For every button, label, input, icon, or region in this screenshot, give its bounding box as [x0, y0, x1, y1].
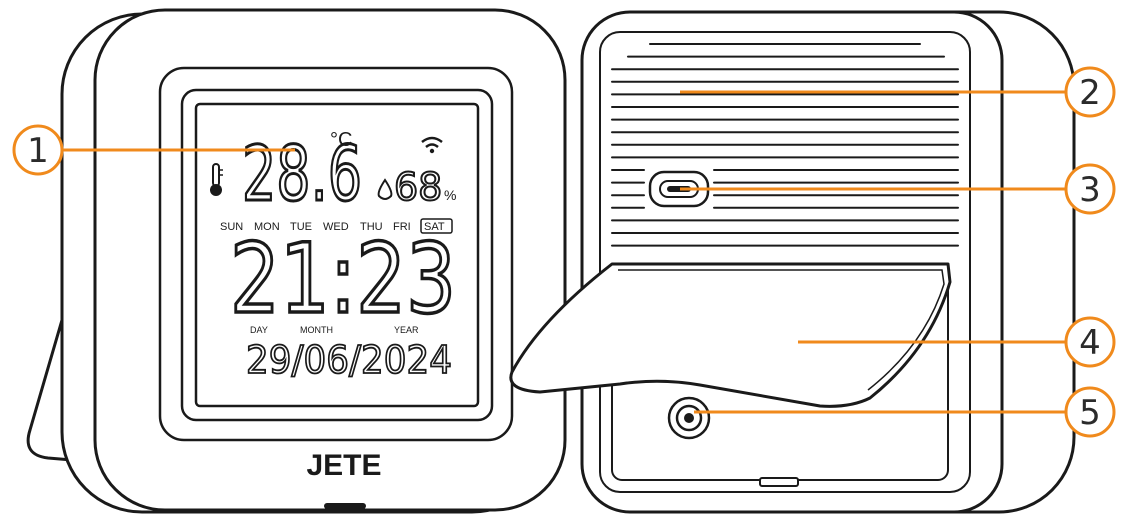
brand-logo: JETE [306, 449, 381, 482]
callout-5-number: 5 [1079, 393, 1101, 433]
temperature-unit: °C [330, 129, 352, 151]
callout-3-number: 3 [1079, 170, 1101, 210]
callout-4-number: 4 [1079, 323, 1101, 363]
front-device: 28.6 °C 68 % SUN MON TUE WED THU FRI SAT 21:23… [26, 8, 567, 514]
time-readout: 21:23 [230, 223, 456, 335]
date-label-month: MONTH [300, 325, 333, 335]
humidity-unit: % [444, 187, 456, 203]
date-label-day: DAY [250, 325, 268, 335]
date-readout: 29/06/2024 [246, 338, 452, 382]
callout-1-number: 1 [27, 131, 49, 171]
callout-2-number: 2 [1079, 73, 1101, 113]
product-diagram: 28.6 °C 68 % SUN MON TUE WED THU FRI SAT 21:23… [12, 8, 1116, 514]
bottom-slot [324, 503, 366, 509]
date-label-year: YEAR [394, 325, 419, 335]
reset-button [667, 396, 711, 440]
compartment-cover [509, 262, 952, 408]
back-device [509, 10, 1076, 514]
humidity-readout: 68 [394, 165, 442, 209]
